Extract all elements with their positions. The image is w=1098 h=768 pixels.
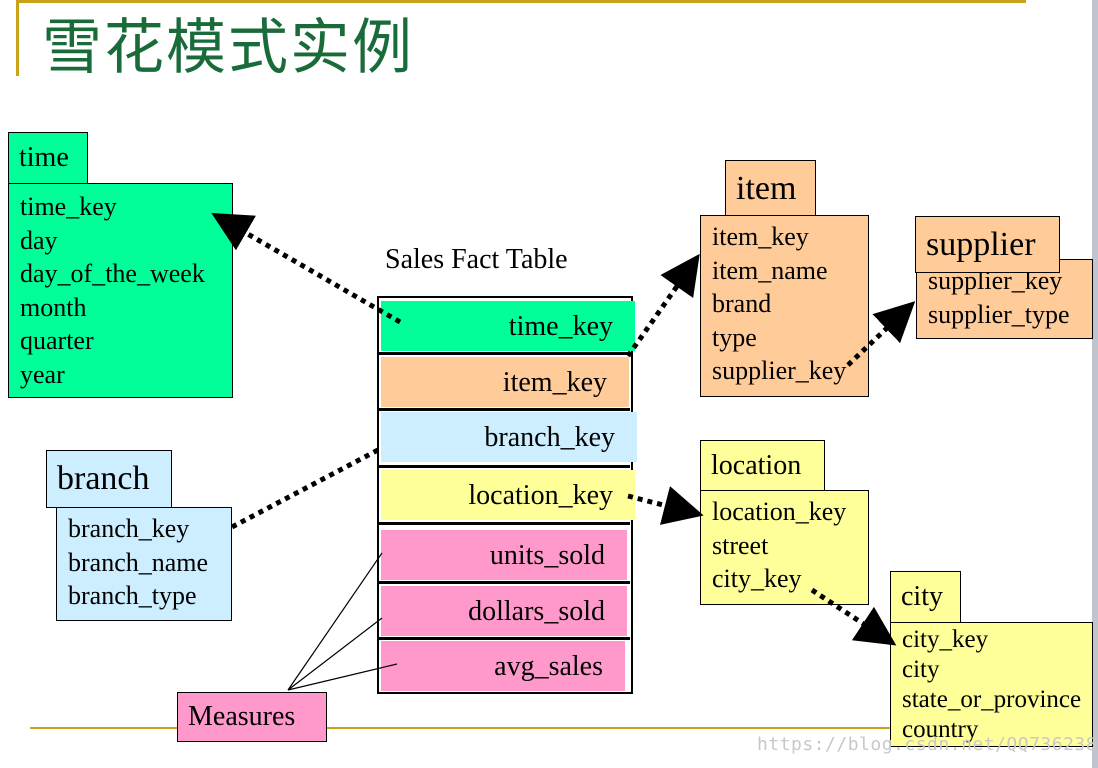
slide-title: 雪花模式实例	[42, 13, 414, 83]
item-table-header: item	[725, 160, 816, 217]
field: branch_name	[68, 547, 209, 577]
row-divider	[379, 465, 630, 468]
field: supplier_key	[712, 356, 847, 386]
field: location_key	[712, 497, 847, 526]
time-table-header: time	[8, 132, 88, 184]
location-table-name: location	[711, 450, 802, 481]
measures-pointer-dollars	[287, 617, 383, 691]
location-table-header: location	[700, 440, 825, 491]
row-divider	[379, 352, 630, 355]
field: item_key	[712, 222, 809, 251]
link-branch-key	[230, 447, 380, 530]
field: time_key	[20, 192, 117, 221]
field: street	[712, 530, 769, 560]
fact-row-location-key: location_key	[381, 470, 635, 520]
fact-row-item-key: item_key	[381, 357, 629, 407]
row-divider	[379, 581, 630, 584]
top-rule	[16, 0, 1026, 3]
field: branch_key	[68, 514, 190, 543]
field: day_of_the_week	[20, 259, 205, 289]
branch-table-fields: branch_key branch_name branch_type	[56, 507, 232, 621]
branch-table-name: branch	[57, 460, 150, 497]
item-table-name: item	[736, 170, 797, 207]
field: supplier_type	[928, 299, 1070, 329]
link-time-key	[211, 212, 402, 325]
fact-row-avg-sales: avg_sales	[381, 641, 625, 691]
field: year	[20, 359, 65, 389]
field: city_key	[902, 626, 989, 653]
field: item_name	[712, 255, 828, 285]
left-rule	[16, 0, 19, 76]
fact-row-dollars-sold: dollars_sold	[381, 586, 627, 636]
field: type	[712, 322, 757, 352]
field: brand	[712, 289, 772, 319]
field: month	[20, 292, 87, 322]
city-table-header: city	[890, 571, 961, 623]
row-divider	[379, 408, 630, 411]
field: branch_type	[68, 581, 197, 611]
field: state_or_province	[902, 686, 1082, 713]
city-table-fields: city_key city state_or_province country	[890, 622, 1093, 747]
location-table-fields: location_key street city_key	[700, 490, 869, 605]
row-divider	[379, 637, 630, 640]
time-table-name: time	[19, 142, 69, 173]
field: city_key	[712, 564, 802, 594]
measures-label: Measures	[177, 692, 327, 742]
branch-table-header: branch	[46, 450, 172, 508]
measures-pointer-units	[287, 552, 383, 691]
row-divider	[379, 522, 630, 525]
fact-row-branch-key: branch_key	[381, 412, 637, 462]
link-location-key	[627, 486, 704, 525]
sales-fact-table: time_key item_key branch_key location_ke…	[377, 296, 637, 694]
field: city	[902, 656, 940, 683]
time-table-fields: time_key day day_of_the_week month quart…	[8, 183, 233, 398]
city-table-name: city	[901, 581, 943, 612]
fact-table-caption: Sales Fact Table	[385, 244, 568, 275]
field: day	[20, 225, 58, 255]
item-table-fields: item_key item_name brand type supplier_k…	[700, 215, 869, 397]
fact-row-units-sold: units_sold	[381, 530, 627, 580]
watermark: https://blog.csdn.net/QQ736238785	[757, 734, 1098, 755]
field: quarter	[20, 326, 94, 356]
link-item-key	[625, 253, 700, 358]
supplier-table-name: supplier	[926, 226, 1036, 263]
fact-row-time-key: time_key	[381, 301, 635, 351]
supplier-table-header: supplier	[915, 216, 1060, 273]
